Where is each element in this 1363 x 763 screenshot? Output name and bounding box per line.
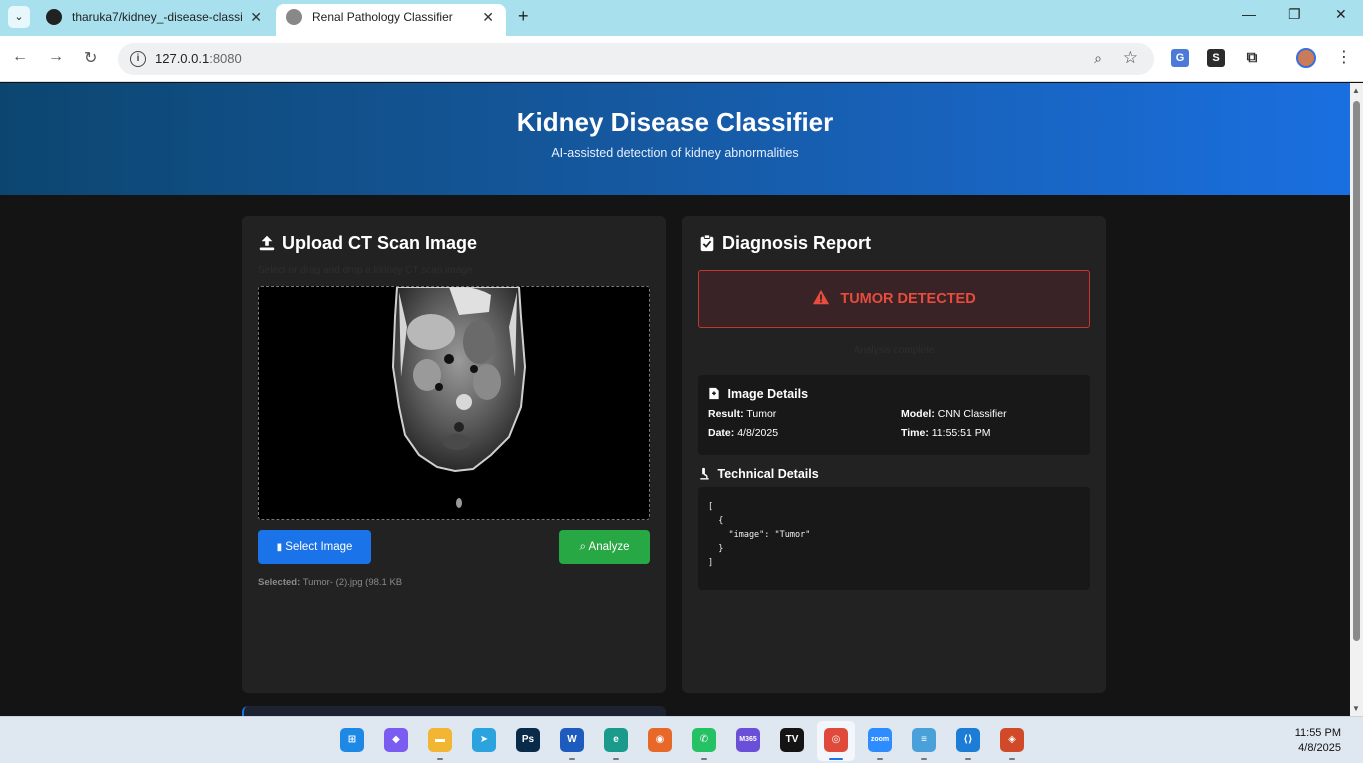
running-indicator [569, 758, 575, 760]
firefox-icon[interactable]: ◉ [648, 728, 672, 752]
search-icon: ⌕ [579, 541, 586, 553]
scrollbar-thumb[interactable] [1353, 101, 1360, 641]
upload-icon [259, 235, 275, 251]
selected-file-name: Tumor- (2).jpg (98.1 KB [302, 577, 403, 588]
copilot-icon[interactable]: ◆ [384, 728, 408, 752]
word-icon[interactable]: W [560, 728, 584, 752]
telegram-icon[interactable]: ➤ [472, 728, 496, 752]
image-dropzone[interactable] [258, 286, 650, 520]
upload-card: Upload CT Scan Image Select or drag and … [242, 216, 666, 693]
globe-icon [286, 9, 302, 25]
running-indicator [613, 758, 619, 760]
git-gui-icon[interactable]: ◈ [1000, 728, 1024, 752]
running-indicator [1009, 758, 1015, 760]
page-subtitle: AI-assisted detection of kidney abnormal… [551, 146, 799, 160]
github-icon [46, 9, 62, 25]
microsoft365-icon[interactable]: M365 [736, 728, 760, 752]
close-window-button[interactable]: ✕ [1335, 6, 1347, 23]
whatsapp-icon[interactable]: ✆ [692, 728, 716, 752]
translate-extension-icon[interactable]: G [1171, 49, 1189, 67]
technical-details-heading: Technical Details [698, 467, 819, 481]
puzzle-extension-icon[interactable]: ⧉ [1243, 49, 1261, 67]
microscope-icon [700, 467, 709, 480]
running-indicator [701, 758, 707, 760]
analysis-status-note: Analysis complete [853, 345, 935, 356]
diagnosis-card: Diagnosis Report TUMOR DETECTED Analysis… [682, 216, 1106, 693]
running-indicator [921, 758, 927, 760]
new-tab-button[interactable]: + [518, 6, 529, 27]
image-details-heading: Image Details [708, 387, 808, 401]
file-explorer-icon[interactable]: ▬ [428, 728, 452, 752]
upload-title: Upload CT Scan Image [282, 233, 478, 253]
page-header: Kidney Disease Classifier AI-assisted de… [0, 83, 1350, 195]
result-field: Result: Tumor [708, 408, 777, 420]
zoom-icon[interactable]: zoom [868, 728, 892, 752]
windows-start-icon[interactable]: ⊞ [340, 728, 364, 752]
tab-close-icon[interactable]: ✕ [250, 4, 262, 30]
technical-json: [ { "image": "Tumor" } ] [708, 502, 811, 568]
image-file-icon [709, 387, 719, 400]
image-details-panel: Image Details Result: Tumor Model: CNN C… [698, 375, 1090, 455]
url-text[interactable]: 127.0.0.1:8080 [155, 51, 242, 66]
s-extension-icon[interactable]: S [1207, 49, 1225, 67]
clipboard-check-icon [700, 234, 714, 252]
edge-icon[interactable]: e [604, 728, 628, 752]
running-indicator [829, 758, 843, 760]
diagnosis-title: Diagnosis Report [722, 233, 872, 253]
selected-file-info: Selected: Tumor- (2).jpg (98.1 KB [258, 577, 403, 588]
vscode-icon[interactable]: ⟨⟩ [956, 728, 980, 752]
clock-time: 11:55 PM [1294, 727, 1341, 739]
tab-title: Renal Pathology Classifier [312, 10, 453, 24]
model-field: Model: CNN Classifier [901, 408, 1007, 420]
diagnosis-alert: TUMOR DETECTED [698, 270, 1090, 328]
file-icon: ▮ [276, 542, 283, 553]
tab-renal-pathology[interactable]: Renal Pathology Classifier ✕ [276, 4, 506, 36]
scroll-up-icon[interactable]: ▲ [1352, 86, 1360, 95]
running-indicator [877, 758, 883, 760]
time-field: Time: 11:55:51 PM [901, 427, 991, 439]
browser-tabstrip: ⌄ tharuka7/kidney_-disease-classi ✕ Rena… [0, 0, 1363, 36]
browser-menu-icon[interactable]: ⋮ [1336, 47, 1352, 67]
page-title: Kidney Disease Classifier [516, 107, 834, 137]
tab-close-icon[interactable]: ✕ [482, 4, 494, 30]
bookmark-star-icon[interactable]: ☆ [1123, 48, 1138, 68]
running-indicator [437, 758, 443, 760]
restore-button[interactable]: ❐ [1288, 6, 1301, 23]
technical-details-panel: [ { "image": "Tumor" } ] [698, 487, 1090, 590]
analyze-button[interactable]: ⌕ Analyze [559, 530, 650, 564]
system-clock[interactable]: 11:55 PM 4/8/2025 [1295, 726, 1341, 756]
tradingview-icon[interactable]: TV [780, 728, 804, 752]
forward-button[interactable]: → [48, 48, 64, 66]
running-indicator [965, 758, 971, 760]
scroll-down-icon[interactable]: ▼ [1352, 704, 1360, 713]
site-info-icon[interactable]: i [130, 51, 146, 67]
select-image-button[interactable]: ▮ Select Image [258, 530, 371, 564]
ct-scan-image [391, 287, 527, 508]
app-page: Kidney Disease Classifier AI-assisted de… [0, 83, 1350, 716]
tab-title: tharuka7/kidney_-disease-classi [72, 10, 243, 24]
date-field: Date: 4/8/2025 [708, 427, 779, 439]
address-bar[interactable]: i 127.0.0.1:8080 ⌕ ☆ [118, 43, 1154, 75]
photoshop-icon[interactable]: Ps [516, 728, 540, 752]
warning-icon [813, 289, 830, 305]
zoom-icon[interactable]: ⌕ [1094, 50, 1102, 67]
notepad-icon[interactable]: ≡ [912, 728, 936, 752]
upload-hint: Select or drag and drop a kidney CT scan… [258, 265, 473, 276]
back-button[interactable]: ← [12, 48, 28, 66]
clock-date: 4/8/2025 [1298, 742, 1341, 754]
windows-taskbar: ⊞ ◆ ▬ ➤ Ps We ◉ ✆ M365 TV ◎ zoom ≡ ⟨⟩ ◈ 11:55 PM 4/8/2… [0, 716, 1363, 763]
tab-search-button[interactable]: ⌄ [8, 6, 30, 28]
browser-toolbar: ← → ↻ i 127.0.0.1:8080 ⌕ ☆ G S ⧉ ⋮ [0, 36, 1363, 82]
profile-avatar[interactable] [1296, 48, 1316, 68]
reload-button[interactable]: ↻ [84, 48, 97, 68]
next-section-card [242, 706, 666, 716]
minimize-button[interactable]: — [1242, 6, 1256, 22]
chrome-icon[interactable]: ◎ [824, 728, 848, 752]
tab-github[interactable]: tharuka7/kidney_-disease-classi ✕ [36, 4, 274, 36]
page-scrollbar[interactable]: ▲ ▼ [1350, 83, 1363, 716]
